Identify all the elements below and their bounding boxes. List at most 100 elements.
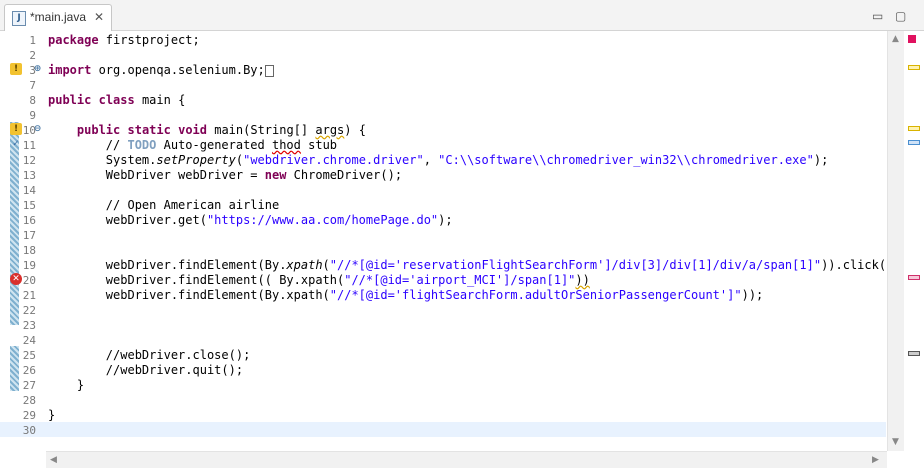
code-line[interactable]: 16 webDriver.get("https://www.aa.com/hom… [0,212,886,227]
comment: Auto-generated [156,138,272,152]
code-line[interactable]: ✓ 11 // TODO Auto-generated thod stub [0,137,886,152]
line-number: 23 [22,319,36,332]
variable: webDriver [105,213,171,227]
task-mark[interactable] [908,140,920,145]
code-text: ); [813,153,829,167]
line-number: 21 [22,289,36,302]
warning-mark[interactable] [908,126,920,131]
scroll-up-icon[interactable]: ▲ [892,34,899,44]
maximize-icon[interactable]: ▢ [895,9,906,23]
code-line[interactable]: 21 webDriver.findElement(By.xpath("//*[@… [0,287,886,302]
code-line[interactable]: 26 //webDriver.quit(); [0,362,886,377]
method-name: xpath [286,258,323,272]
scroll-right-icon[interactable]: ▶ [872,455,879,465]
java-file-icon: J [12,11,26,26]
code-line[interactable]: 2 [0,47,886,62]
scroll-left-icon[interactable]: ◀ [50,455,57,465]
occurrence-mark[interactable] [908,351,920,356]
line-number: 2 [29,49,36,62]
code-line[interactable]: 9 [0,107,886,122]
horizontal-scrollbar[interactable]: ◀ ▶ [46,451,887,468]
keyword: new [264,168,287,182]
code-line[interactable]: 1 package firstproject; [0,32,886,47]
tab-title: *main.java [30,10,87,24]
code-line[interactable]: 8 public class main { [0,92,886,107]
code-text: )); [741,288,764,302]
code-line[interactable]: ✕ 20 webDriver.findElement(( By.xpath("/… [0,272,886,287]
scroll-down-icon[interactable]: ▼ [892,437,899,447]
line-number: 25 [22,349,36,362]
variable: webDriver [105,258,171,272]
code-line[interactable]: ! 10 ⊖ public static void main(String[] … [0,122,886,137]
overview-ruler[interactable] [904,31,924,475]
code-text: org.openqa.selenium.By; [91,63,265,77]
line-number: 18 [22,244,36,257]
comment: thod [271,138,301,152]
string-literal: "https://www.aa.com/homePage.do" [206,213,439,227]
string-literal: "//*[@id='reservationFlightSearchForm']/… [329,258,822,272]
code-line[interactable]: 29 } [0,407,886,422]
code-line[interactable]: 24 [0,332,886,347]
line-number: 27 [22,379,36,392]
line-number: 22 [22,304,36,317]
code-line[interactable]: 22 [0,302,886,317]
line-number: 29 [22,409,36,422]
code-line[interactable]: ! 3 ⊕ import org.openqa.selenium.By; [0,62,886,77]
line-number: 7 [29,79,36,92]
line-number: 16 [22,214,36,227]
code-line[interactable]: 15 // Open American airline [0,197,886,212]
close-icon[interactable]: ✕ [94,10,104,24]
code-text: args [315,123,345,137]
collapse-fold-icon[interactable]: ⊖ [33,125,42,134]
line-number: 1 [29,34,36,47]
error-indicator-icon[interactable] [908,35,916,43]
line-number: 11 [22,139,36,152]
line-number: 28 [22,394,36,407]
current-line[interactable]: 30 [0,422,886,437]
warning-mark[interactable] [908,65,920,70]
code-text: .findElement(By.xpath( [170,288,330,302]
code-line[interactable]: 25 //webDriver.close(); [0,347,886,362]
string-literal: "C:\\software\\chromedriver_win32\\chrom… [438,153,814,167]
line-number: 19 [22,259,36,272]
code-line[interactable]: 23 [0,317,886,332]
code-text: = [243,168,265,182]
keyword: void [178,123,207,137]
code-line[interactable]: 27 } [0,377,886,392]
code-text: ); [438,213,453,227]
code-text: ChromeDriver(); [286,168,403,182]
error-mark[interactable] [908,275,920,280]
line-number: 17 [22,229,36,242]
code-text: main(String[] [207,123,316,137]
code-text: ) { [344,123,366,137]
code-text: main { [134,93,186,107]
code-line[interactable]: 12 System.setProperty("webdriver.chrome.… [0,152,886,167]
todo-tag: TODO [127,138,157,152]
string-literal: "webdriver.chrome.driver" [243,153,424,167]
comment: // Open American airline [48,198,280,212]
line-number: 26 [22,364,36,377]
code-line[interactable]: 7 [0,77,886,92]
code-line[interactable]: 28 [0,392,886,407]
code-line[interactable]: 17 [0,227,886,242]
code-line[interactable]: 19 webDriver.findElement(By.xpath("//*[@… [0,257,901,272]
folded-block-icon[interactable] [264,64,274,77]
code-text: } [48,378,85,392]
code-line[interactable]: 14 [0,182,886,197]
vertical-scrollbar[interactable]: ▲ ▼ [887,31,904,451]
code-editor[interactable]: 1 package firstproject; 2 ! 3 ⊕ import o… [0,31,924,475]
string-literal: "//*[@id='flightSearchForm.adultOrSenior… [329,288,742,302]
code-line[interactable]: 18 [0,242,886,257]
code-line[interactable]: 13 WebDriver webDriver = new ChromeDrive… [0,167,886,182]
minimize-icon[interactable]: ▭ [872,9,883,23]
expand-fold-icon[interactable]: ⊕ [33,65,42,74]
code-text: .findElement(By. [170,258,287,272]
tab-main-java[interactable]: J *main.java ✕ [4,4,112,31]
line-number: 13 [22,169,36,182]
line-number: 20 [22,274,36,287]
